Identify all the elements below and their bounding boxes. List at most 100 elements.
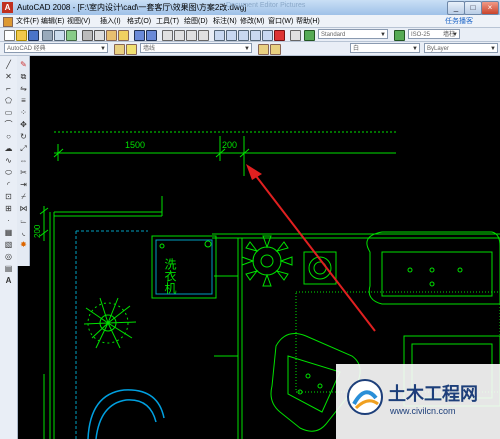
open-icon[interactable] [16,30,27,41]
chevron-down-icon: ▼ [490,46,496,52]
spline-icon[interactable]: ∿ [2,156,15,165]
dim-style-value: ISO-25 [411,32,431,38]
layer-dropdown[interactable]: 墙线 ▼ [140,43,252,53]
array-icon[interactable]: ⁘ [17,108,30,117]
sofa-top [366,231,500,305]
rotate-icon[interactable]: ↻ [17,132,30,141]
region-icon[interactable]: ◎ [2,252,15,261]
redo-icon[interactable] [146,30,157,41]
maximize-button[interactable]: □ [464,1,482,15]
polyline-icon[interactable]: ⌐ [2,84,15,93]
menu-view[interactable]: 视图(V) [67,16,90,26]
new-icon[interactable] [4,30,15,41]
insert-block-icon[interactable]: ⊡ [2,192,15,201]
make-current-layer-icon[interactable] [258,44,269,55]
chamfer-icon[interactable]: ⌳ [17,216,30,225]
dim-style-icon[interactable] [394,30,405,41]
text-style-dropdown[interactable]: Standard ▼ [318,29,388,39]
modify-toolbar: ✎ ⧉ ⇋ ≡ ⁘ ✥ ↻ ⤢ ⇔ ✂ ⇥ ⌿ ⋈ ⌳ ◟ ✸ [17,56,30,266]
tool-palettes-icon[interactable] [238,30,249,41]
autocad-app-icon[interactable]: A [2,2,13,13]
menu-insert[interactable]: 插入(I) [100,16,121,26]
revision-cloud-icon[interactable]: ☁ [2,144,15,153]
undo-icon[interactable] [134,30,145,41]
cut-icon[interactable] [82,30,93,41]
match-properties-icon[interactable] [118,30,129,41]
gradient-icon[interactable]: ▧ [2,240,15,249]
linetype-dropdown[interactable]: ByLayer ▼ [424,43,498,53]
paste-icon[interactable] [106,30,117,41]
menu-window[interactable]: 窗口(W) [268,16,293,26]
construction-line-icon[interactable]: ✕ [2,72,15,81]
point-icon[interactable]: · [2,216,15,225]
potted-plant-right [241,235,293,287]
zoom-window-icon[interactable] [186,30,197,41]
corner-logo: 任务播客 [445,18,473,25]
pan-icon[interactable] [162,30,173,41]
erase-icon[interactable]: ✎ [17,60,30,69]
menu-edit[interactable]: 编辑(E) [41,16,64,26]
extend-icon[interactable]: ⇥ [17,180,30,189]
make-block-icon[interactable]: ⊞ [2,204,15,213]
layer-on-icon[interactable] [126,44,137,55]
site-watermark: 土木工程网 www.civilcn.com [336,364,500,439]
menu-help[interactable]: 帮助(H) [296,16,320,26]
offset-icon[interactable]: ≡ [17,96,30,105]
layer-right-label: 墙柱 [443,32,456,38]
copy-object-icon[interactable]: ⧉ [17,72,30,81]
layer-previous-icon[interactable] [270,44,281,55]
save-icon[interactable] [28,30,39,41]
chevron-down-icon: ▼ [380,32,386,38]
menu-draw[interactable]: 绘图(D) [184,16,208,26]
menu-dimension[interactable]: 标注(N) [213,16,237,26]
table-icon[interactable]: ▤ [2,264,15,273]
trim-icon[interactable]: ✂ [17,168,30,177]
zoom-previous-icon[interactable] [198,30,209,41]
print-icon[interactable] [42,30,53,41]
line-icon[interactable]: ╱ [2,60,15,69]
mirror-icon[interactable]: ⇋ [17,84,30,93]
workspace-dropdown[interactable]: AutoCAD 经典 ▼ [4,43,108,53]
publish-icon[interactable] [66,30,77,41]
help-icon[interactable] [290,30,301,41]
ellipse-arc-icon[interactable]: ◜ [2,180,15,189]
hatch-icon[interactable]: ▦ [2,228,15,237]
calculator-icon[interactable] [274,30,285,41]
join-icon[interactable]: ⋈ [17,204,30,213]
properties-icon[interactable] [214,30,225,41]
close-button[interactable]: × [481,1,499,15]
menu-format[interactable]: 格式(O) [127,16,151,26]
menu-modify[interactable]: 修改(M) [240,16,265,26]
move-icon[interactable]: ✥ [17,120,30,129]
circle-icon[interactable]: ○ [2,132,15,141]
markup-icon[interactable] [262,30,273,41]
scale-icon[interactable]: ⤢ [17,144,30,153]
plot-preview-icon[interactable] [54,30,65,41]
zoom-realtime-icon[interactable] [174,30,185,41]
watermark-brand: 土木工程网 [388,384,478,405]
menu-file[interactable]: 文件(F) [16,16,39,26]
stretch-icon[interactable]: ⇔ [17,156,30,165]
civilcn-logo-icon [347,379,383,415]
minimize-button[interactable]: _ [447,1,465,15]
rectangle-icon[interactable]: ▭ [2,108,15,117]
chevron-down-icon: ▼ [100,46,106,52]
arc-icon[interactable]: ⌒ [2,120,15,129]
break-icon[interactable]: ⌿ [17,192,30,201]
dimension-1500-label: 1500 [125,140,145,150]
sheet-set-icon[interactable] [250,30,261,41]
copy-icon[interactable] [94,30,105,41]
text-style-icon[interactable] [304,30,315,41]
ellipse-icon[interactable]: ⬭ [2,168,15,177]
menu-tools[interactable]: 工具(T) [156,16,179,26]
dimension-200-vertical-label: 200 [33,224,42,238]
layer-manager-icon[interactable] [114,44,125,55]
polygon-icon[interactable]: ⬠ [2,96,15,105]
fillet-icon[interactable]: ◟ [17,228,30,237]
side-table [303,251,337,285]
design-center-icon[interactable] [226,30,237,41]
explode-icon[interactable]: ✸ [17,240,30,249]
document-icon[interactable] [3,17,13,27]
multiline-text-icon[interactable]: A [2,276,15,285]
color-dropdown[interactable]: 白 ▼ [350,43,420,53]
